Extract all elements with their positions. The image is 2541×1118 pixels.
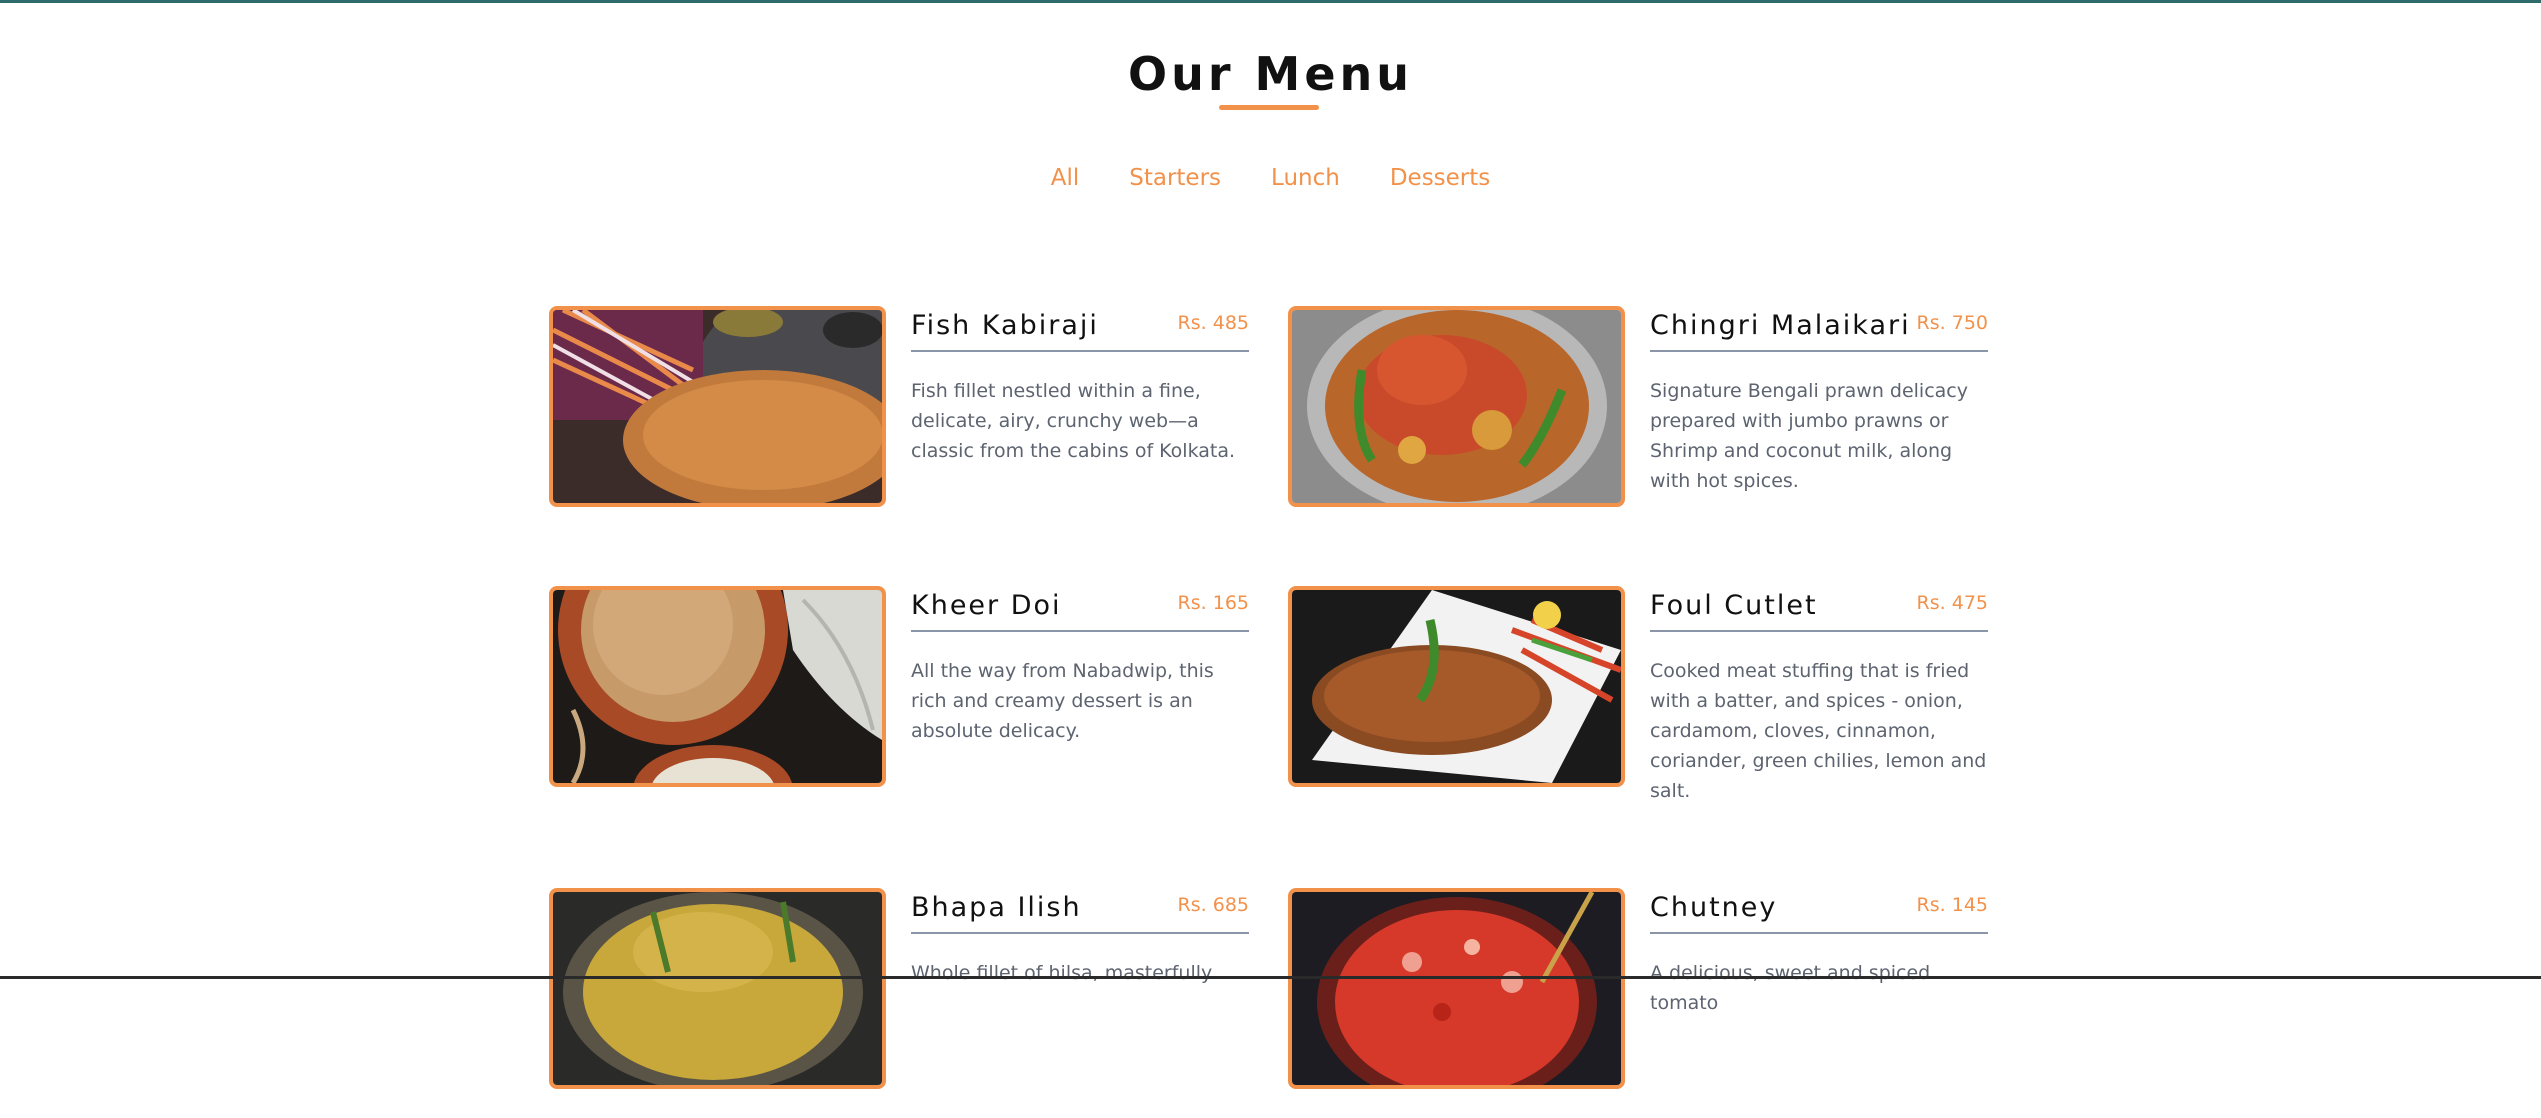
foul-cutlet-image xyxy=(1288,586,1625,787)
menu-item-bhapa-ilish: Bhapa Ilish Rs. 685 Whole fillet of hils… xyxy=(549,888,1269,1118)
chingri-malaikari-info: Chingri Malaikari Rs. 750 Signature Beng… xyxy=(1650,306,1988,496)
item-price: Rs. 165 xyxy=(1177,592,1249,614)
chingri-malaikari-header: Chingri Malaikari Rs. 750 xyxy=(1650,306,1988,352)
bhapa-ilish-info: Bhapa Ilish Rs. 685 Whole fillet of hils… xyxy=(911,888,1249,988)
page-title: Our Menu xyxy=(1127,47,1414,101)
chutney-info: Chutney Rs. 145 A delicious, sweet and s… xyxy=(1650,888,1988,1018)
filter-tab-lunch[interactable]: Lunch xyxy=(1271,160,1340,196)
item-description: Signature Bengali prawn delicacy prepare… xyxy=(1650,380,1968,492)
foul-cutlet-info: Foul Cutlet Rs. 475 Cooked meat stuffing… xyxy=(1650,586,1988,806)
item-description: A delicious, sweet and spiced tomato xyxy=(1650,962,1931,1014)
bhapa-ilish-image xyxy=(549,888,886,1089)
item-description: Cooked meat stuffing that is fried with … xyxy=(1650,660,1987,802)
item-name: Kheer Doi xyxy=(911,590,1062,621)
item-name: Chingri Malaikari xyxy=(1650,310,1911,341)
menu-item-fish-kabiraji: Fish Kabiraji Rs. 485 Fish fillet nestle… xyxy=(549,306,1269,536)
chutney-image xyxy=(1288,888,1625,1089)
chutney-header: Chutney Rs. 145 xyxy=(1650,888,1988,934)
kheer-doi-header: Kheer Doi Rs. 165 xyxy=(911,586,1249,632)
bhapa-ilish-header: Bhapa Ilish Rs. 685 xyxy=(911,888,1249,934)
item-price: Rs. 485 xyxy=(1177,312,1249,334)
item-name: Foul Cutlet xyxy=(1650,590,1818,621)
kheer-doi-image xyxy=(549,586,886,787)
item-description: All the way from Nabadwip, this rich and… xyxy=(911,660,1214,742)
chingri-malaikari-image xyxy=(1288,306,1625,507)
menu-item-chutney: Chutney Rs. 145 A delicious, sweet and s… xyxy=(1288,888,2008,1118)
kheer-doi-info: Kheer Doi Rs. 165 All the way from Nabad… xyxy=(911,586,1249,746)
filter-tab-starters[interactable]: Starters xyxy=(1129,160,1221,196)
item-price: Rs. 475 xyxy=(1916,592,1988,614)
item-name: Fish Kabiraji xyxy=(911,310,1099,341)
top-border xyxy=(0,0,2541,3)
fish-kabiraji-info: Fish Kabiraji Rs. 485 Fish fillet nestle… xyxy=(911,306,1249,466)
item-name: Chutney xyxy=(1650,892,1778,923)
fish-kabiraji-image xyxy=(549,306,886,507)
item-price: Rs. 685 xyxy=(1177,894,1249,916)
item-price: Rs. 750 xyxy=(1916,312,1988,334)
menu-item-kheer-doi: Kheer Doi Rs. 165 All the way from Nabad… xyxy=(549,586,1269,816)
menu-filter-tabs: All Starters Lunch Desserts xyxy=(0,160,2541,196)
item-name: Bhapa Ilish xyxy=(911,892,1082,923)
item-price: Rs. 145 xyxy=(1916,894,1988,916)
filter-tab-all[interactable]: All xyxy=(1051,160,1080,196)
menu-item-chingri-malaikari: Chingri Malaikari Rs. 750 Signature Beng… xyxy=(1288,306,2008,536)
filter-tab-desserts[interactable]: Desserts xyxy=(1390,160,1490,196)
title-underline xyxy=(1219,105,1319,110)
foul-cutlet-header: Foul Cutlet Rs. 475 xyxy=(1650,586,1988,632)
item-description: Whole fillet of hilsa, masterfully xyxy=(911,962,1213,984)
fish-kabiraji-header: Fish Kabiraji Rs. 485 xyxy=(911,306,1249,352)
item-description: Fish fillet nestled within a fine, delic… xyxy=(911,380,1236,462)
menu-item-foul-cutlet: Foul Cutlet Rs. 475 Cooked meat stuffing… xyxy=(1288,586,2008,816)
